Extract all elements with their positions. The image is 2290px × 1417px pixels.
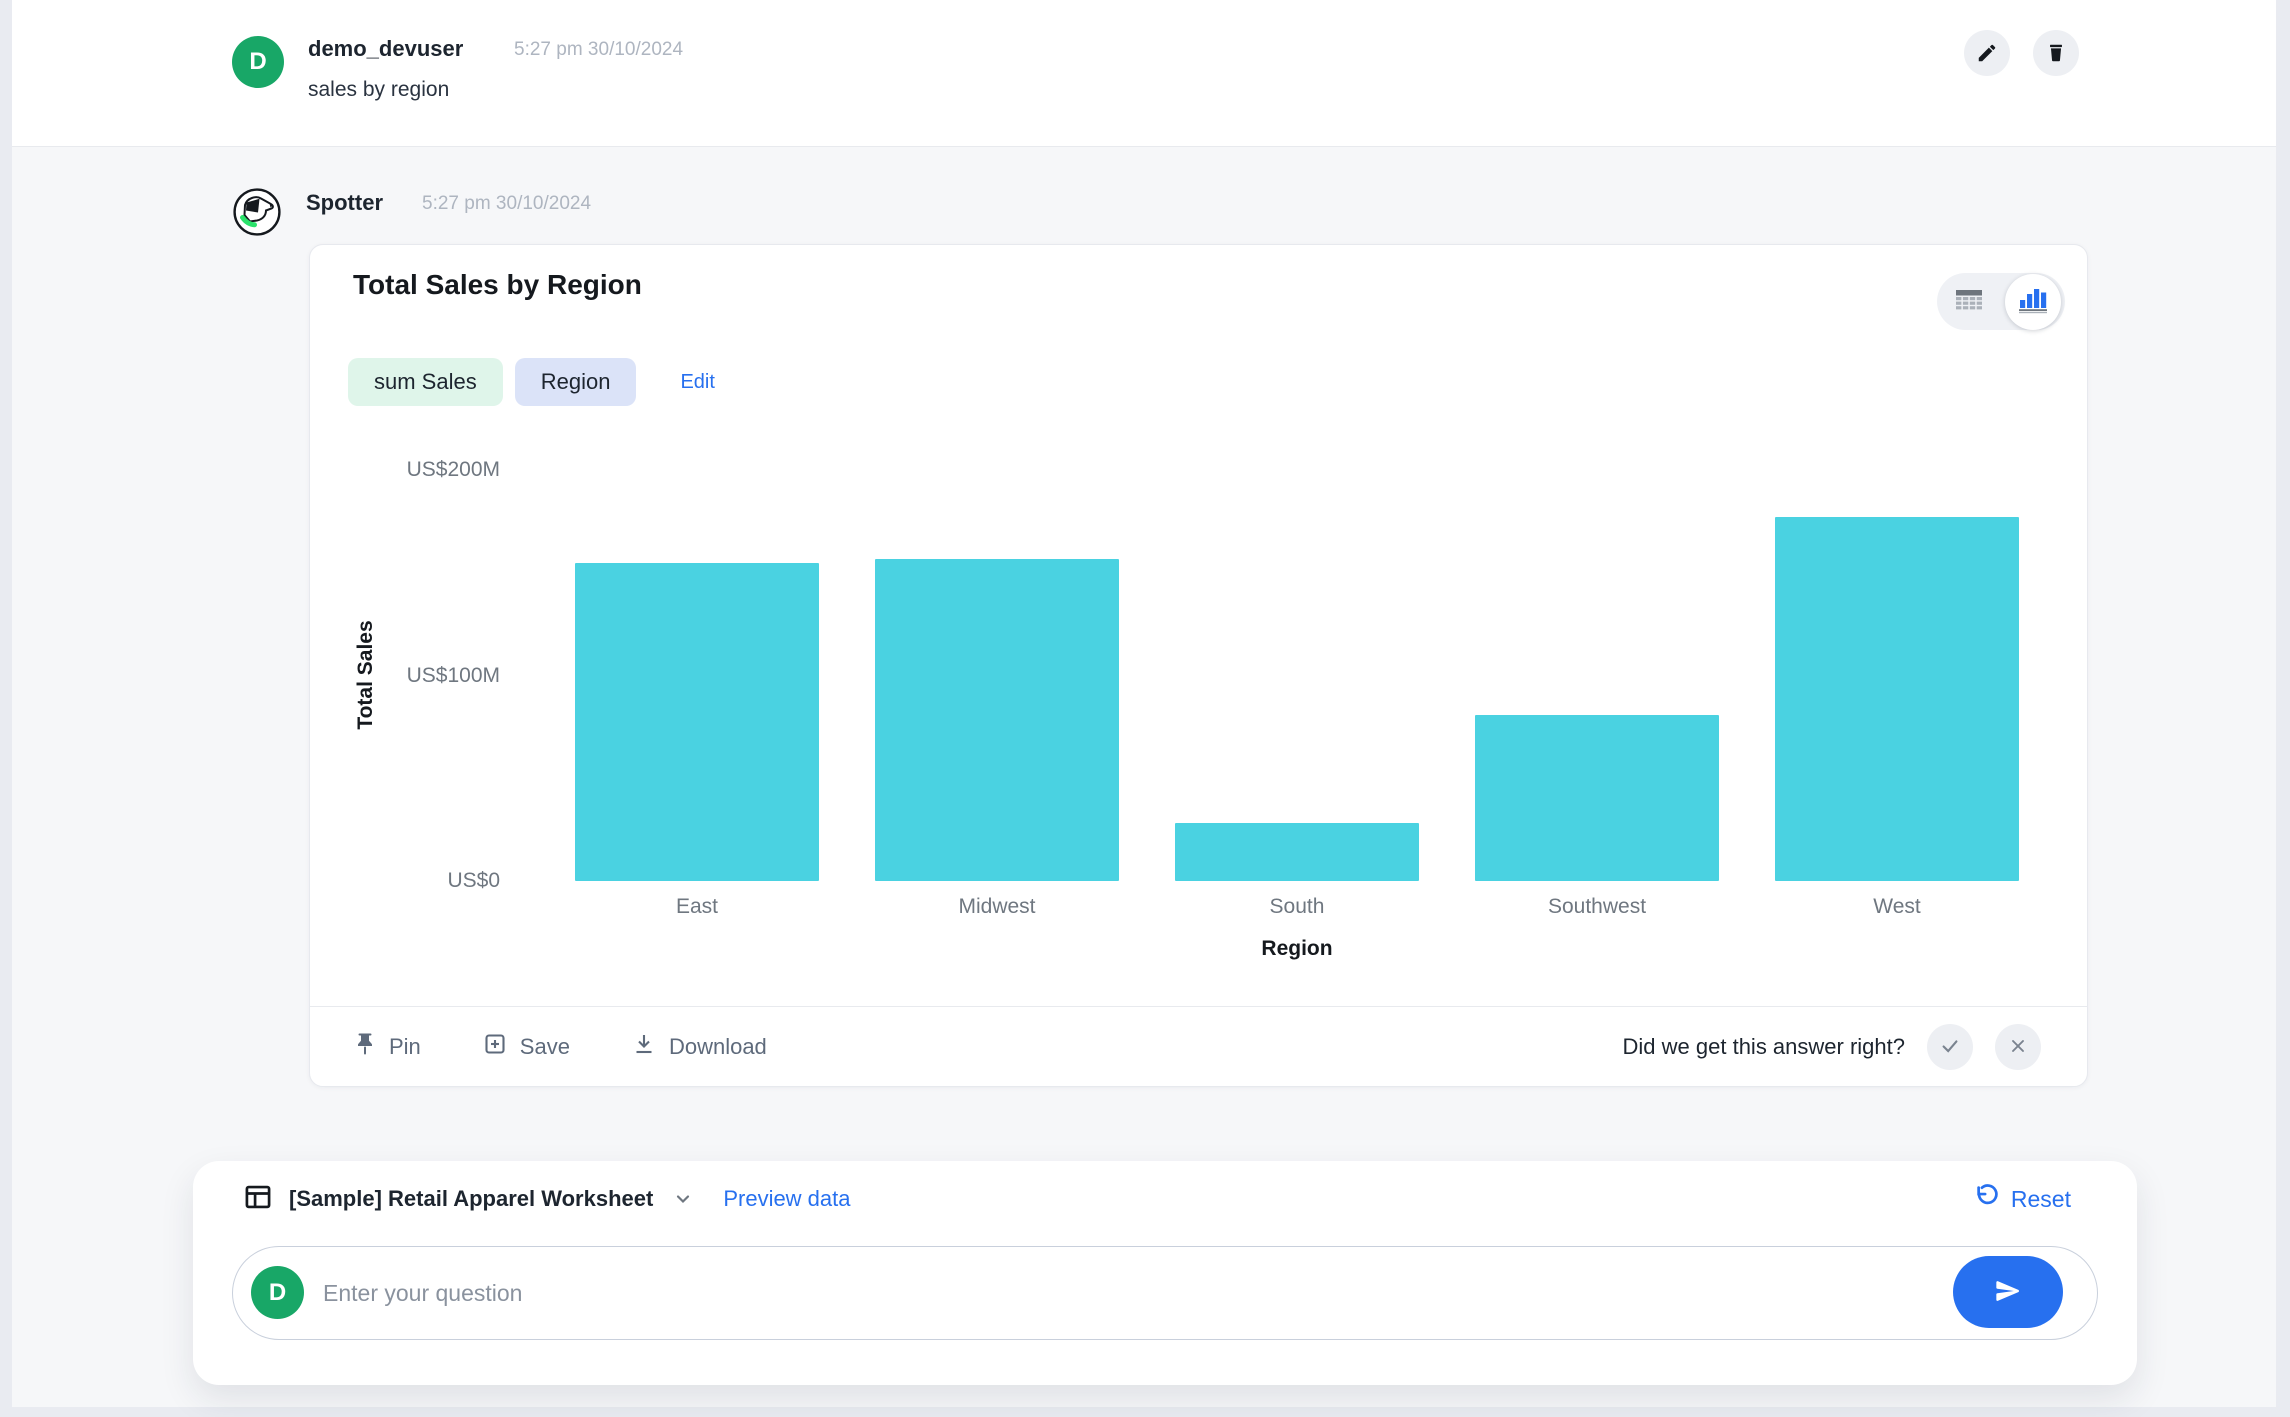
y-axis-ticks: US$0US$100MUS$200M: [310, 425, 500, 881]
bot-name: Spotter: [306, 190, 383, 216]
reset-icon: [1973, 1183, 1999, 1215]
trash-icon: [2045, 42, 2067, 64]
download-icon: [632, 1032, 656, 1062]
bar-south[interactable]: [1175, 823, 1419, 881]
edit-message-button[interactable]: [1964, 30, 2010, 76]
feedback-yes-button[interactable]: [1927, 1024, 1973, 1070]
x-tick-label-east: East: [547, 895, 847, 919]
app-frame: D demo_devuser 5:27 pm 30/10/2024 sales …: [0, 0, 2290, 1417]
save-plus-icon: [483, 1032, 507, 1062]
save-button[interactable]: Save: [483, 1032, 570, 1062]
question-input[interactable]: [321, 1249, 1905, 1337]
username: demo_devuser: [308, 36, 463, 62]
send-button[interactable]: [1953, 1256, 2063, 1328]
reset-label: Reset: [2011, 1186, 2071, 1213]
bar-southwest[interactable]: [1475, 715, 1719, 881]
query-chip-attribute[interactable]: Region: [515, 358, 637, 406]
plot-area: [547, 425, 2047, 881]
chevron-down-icon[interactable]: [673, 1189, 693, 1209]
answer-card: Total Sales by Region: [309, 244, 2088, 1087]
chart-view-button[interactable]: [2005, 274, 2061, 330]
user-avatar: D: [232, 36, 284, 88]
reset-button[interactable]: Reset: [1973, 1177, 2071, 1221]
pin-label: Pin: [389, 1034, 421, 1060]
x-tick-label-south: South: [1147, 895, 1447, 919]
download-label: Download: [669, 1034, 767, 1060]
x-axis-labels: EastMidwestSouthSouthwestWest: [547, 895, 2047, 923]
worksheet-selector[interactable]: [Sample] Retail Apparel Worksheet: [289, 1186, 653, 1212]
paper-plane-icon: [1994, 1277, 2022, 1308]
feedback-question: Did we get this answer right?: [1623, 1034, 1905, 1060]
preview-data-link[interactable]: Preview data: [723, 1186, 850, 1212]
worksheet-selector-row: [Sample] Retail Apparel Worksheet Previe…: [244, 1177, 851, 1221]
bar-west[interactable]: [1775, 517, 2019, 881]
worksheet-icon: [244, 1183, 272, 1216]
download-button[interactable]: Download: [632, 1032, 767, 1062]
feedback-group: Did we get this answer right?: [1623, 1024, 2041, 1070]
question-input-container: D: [232, 1246, 2098, 1340]
table-view-button[interactable]: [1941, 274, 1997, 330]
user-message-row: D demo_devuser 5:27 pm 30/10/2024 sales …: [12, 0, 2276, 147]
pin-icon: [354, 1032, 376, 1062]
composer-avatar: D: [251, 1266, 304, 1319]
feedback-no-button[interactable]: [1995, 1024, 2041, 1070]
delete-message-button[interactable]: [2033, 30, 2079, 76]
table-icon: [1954, 286, 1984, 317]
pin-button[interactable]: Pin: [354, 1032, 421, 1062]
close-icon: [2008, 1036, 2028, 1059]
x-tick-label-southwest: Southwest: [1447, 895, 1747, 919]
chips-row: sum SalesRegion Edit: [348, 358, 715, 406]
pencil-icon: [1976, 42, 1998, 64]
y-tick-label: US$200M: [310, 456, 500, 484]
x-tick-label-west: West: [1747, 895, 2047, 919]
save-label: Save: [520, 1034, 570, 1060]
user-message-text: sales by region: [308, 78, 449, 102]
bar-chart-icon: [2018, 286, 2048, 317]
answer-title: Total Sales by Region: [353, 269, 642, 301]
check-icon: [1939, 1035, 1961, 1060]
user-avatar-initial: D: [249, 48, 266, 76]
y-tick-label: US$0: [310, 867, 500, 895]
spotter-dog-logo-icon: [233, 223, 281, 240]
user-message-timestamp: 5:27 pm 30/10/2024: [514, 39, 683, 61]
bar-midwest[interactable]: [875, 559, 1119, 881]
query-chip-measure[interactable]: sum Sales: [348, 358, 503, 406]
answer-card-footer: Pin Save Download Did we get this answer…: [310, 1006, 2087, 1087]
spotter-avatar: [233, 188, 281, 236]
composer: [Sample] Retail Apparel Worksheet Previe…: [193, 1161, 2137, 1385]
chat-content: D demo_devuser 5:27 pm 30/10/2024 sales …: [12, 0, 2276, 1407]
x-axis-title: Region: [547, 937, 2047, 961]
view-toggle: [1937, 273, 2065, 330]
composer-avatar-initial: D: [269, 1279, 286, 1307]
y-tick-label: US$100M: [310, 662, 500, 690]
x-tick-label-midwest: Midwest: [847, 895, 1147, 919]
bar-east[interactable]: [575, 563, 819, 881]
edit-query-link[interactable]: Edit: [680, 371, 714, 394]
bot-message-timestamp: 5:27 pm 30/10/2024: [422, 193, 591, 215]
